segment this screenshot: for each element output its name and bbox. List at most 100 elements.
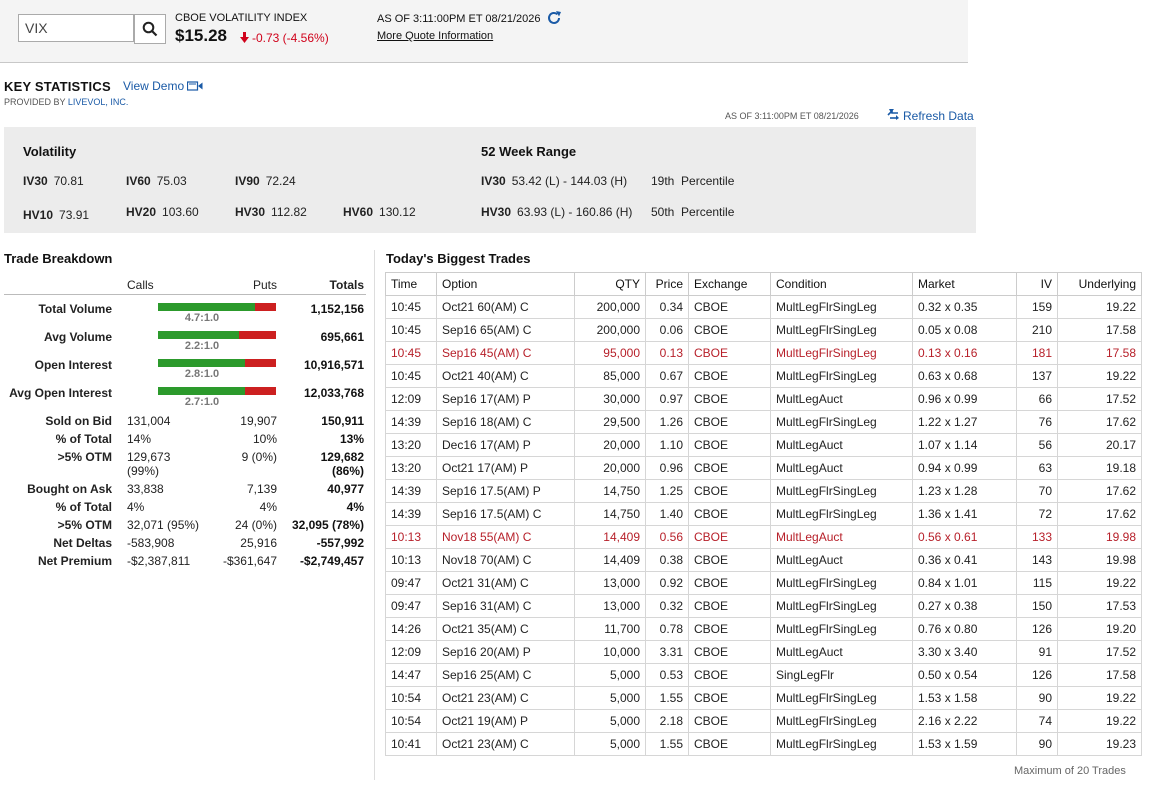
cell-exchange: CBOE — [688, 548, 771, 572]
table-row[interactable]: 09:47 Sep16 31(AM) C 13,000 0.32 CBOE MultLeg… — [385, 594, 1142, 618]
row-total: 4% — [346, 500, 364, 514]
cell-market: 0.13 x 0.16 — [912, 341, 1017, 365]
cell-qty: 13,000 — [574, 571, 646, 595]
cell-option: Sep16 20(AM) P — [436, 640, 575, 664]
calls-fill — [158, 331, 240, 339]
cell-price: 1.10 — [645, 433, 689, 457]
quote-as-of: AS OF 3:11:00PM ET 08/21/2026 — [377, 13, 541, 25]
cell-market: 0.27 x 0.38 — [912, 594, 1017, 618]
table-row[interactable]: 10:13 Nov18 70(AM) C 14,409 0.38 CBOE MultLeg… — [385, 548, 1142, 572]
table-row[interactable]: 14:39 Sep16 18(AM) C 29,500 1.26 CBOE MultLeg… — [385, 410, 1142, 434]
cell-market: 0.05 x 0.08 — [912, 318, 1017, 342]
quote-change-value: -0.73 (-4.56%) — [252, 31, 329, 45]
cell-price: 2.18 — [645, 709, 689, 733]
row-calls: -$2,387,811 — [127, 554, 191, 568]
table-row[interactable]: 12:09 Sep16 20(AM) P 10,000 3.31 CBOE MultLeg… — [385, 640, 1142, 664]
cell-condition: MultLegFlrSingLeg — [770, 502, 913, 526]
cell-time: 12:09 — [385, 640, 437, 664]
row-puts: 19,907 — [240, 414, 277, 428]
cell-qty: 30,000 — [574, 387, 646, 411]
more-quote-link[interactable]: More Quote Information — [377, 30, 493, 42]
cell-market: 0.56 x 0.61 — [912, 525, 1017, 549]
range52-hv30-value: 63.93 (L) - 160.86 (H) — [517, 205, 633, 219]
cell-market: 1.36 x 1.41 — [912, 502, 1017, 526]
quote-price: $15.28 — [175, 26, 227, 45]
cell-option: Oct21 23(AM) C — [436, 732, 575, 756]
cell-condition: MultLegFlrSingLeg — [770, 709, 913, 733]
col-header-iv[interactable]: IV — [1016, 272, 1058, 296]
table-row[interactable]: 14:39 Sep16 17.5(AM) P 14,750 1.25 CBOE MultL… — [385, 479, 1142, 503]
cell-time: 14:39 — [385, 502, 437, 526]
table-row[interactable]: 14:47 Sep16 25(AM) C 5,000 0.53 CBOE SingLegF… — [385, 663, 1142, 687]
cell-price: 0.97 — [645, 387, 689, 411]
cell-option: Sep16 65(AM) C — [436, 318, 575, 342]
cell-price: 1.40 — [645, 502, 689, 526]
col-header-option[interactable]: Option — [436, 272, 575, 296]
col-header-time[interactable]: Time — [385, 272, 437, 296]
col-header-price[interactable]: Price — [645, 272, 689, 296]
row-puts: -$361,647 — [222, 554, 277, 568]
table-row[interactable]: 12:09 Sep16 17(AM) P 30,000 0.97 CBOE MultLeg… — [385, 387, 1142, 411]
row-puts: 10% — [252, 432, 277, 446]
view-demo-link[interactable]: View Demo — [123, 79, 184, 93]
symbol-input[interactable] — [18, 14, 134, 42]
col-header-market[interactable]: Market — [912, 272, 1017, 296]
table-row[interactable]: 10:45 Sep16 65(AM) C 200,000 0.06 CBOE MultLe… — [385, 318, 1142, 342]
cell-condition: MultLegFlrSingLeg — [770, 571, 913, 595]
table-row[interactable]: 10:54 Oct21 19(AM) P 5,000 2.18 CBOE MultLegF… — [385, 709, 1142, 733]
table-row[interactable]: 10:41 Oct21 23(AM) C 5,000 1.55 CBOE MultLegF… — [385, 732, 1142, 756]
trades-body: 10:45 Oct21 60(AM) C 200,000 0.34 CBOE MultLe… — [385, 295, 1142, 756]
row-calls: 14% — [127, 432, 152, 446]
cell-time: 10:13 — [385, 548, 437, 572]
table-row[interactable]: 09:47 Oct21 31(AM) C 13,000 0.92 CBOE MultLeg… — [385, 571, 1142, 595]
table-row[interactable]: 14:39 Sep16 17.5(AM) C 14,750 1.40 CBOE MultL… — [385, 502, 1142, 526]
row-total: 150,911 — [321, 414, 364, 428]
table-row[interactable]: 10:54 Oct21 23(AM) C 5,000 1.55 CBOE MultLegF… — [385, 686, 1142, 710]
cell-option: Oct21 23(AM) C — [436, 686, 575, 710]
cell-underlying: 17.62 — [1057, 410, 1142, 434]
provider-link[interactable]: LIVEVOL, INC. — [68, 97, 129, 107]
col-header-condition[interactable]: Condition — [770, 272, 913, 296]
hv30-value: 112.82 — [271, 205, 307, 219]
provided-by: PROVIDED BY LIVEVOL, INC. — [4, 97, 128, 107]
col-header-underlying[interactable]: Underlying — [1057, 272, 1142, 296]
cell-market: 0.94 x 0.99 — [912, 456, 1017, 480]
cell-exchange: CBOE — [688, 295, 771, 319]
row-label: Sold on Bid — [45, 414, 112, 428]
range52-iv30-label: IV30 — [481, 174, 506, 188]
table-row[interactable]: 10:13 Nov18 55(AM) C 14,409 0.56 CBOE MultLeg… — [385, 525, 1142, 549]
quote-bar: CBOE VOLATILITY INDEX $15.28 -0.73 (-4.5… — [0, 0, 968, 63]
bar-label: Open Interest — [34, 358, 112, 372]
col-header-qty[interactable]: QTY — [574, 272, 646, 296]
search-button[interactable] — [134, 14, 166, 44]
table-row[interactable]: 10:45 Sep16 45(AM) C 95,000 0.13 CBOE MultLeg… — [385, 341, 1142, 365]
table-row[interactable]: 13:20 Oct21 17(AM) P 20,000 0.96 CBOE MultLeg… — [385, 456, 1142, 480]
cell-time: 10:54 — [385, 686, 437, 710]
table-row[interactable]: 10:45 Oct21 60(AM) C 200,000 0.34 CBOE MultLe… — [385, 295, 1142, 319]
quote-refresh-button[interactable] — [546, 10, 562, 31]
cell-underlying: 19.22 — [1057, 686, 1142, 710]
cell-option: Oct21 60(AM) C — [436, 295, 575, 319]
cell-condition: MultLegFlrSingLeg — [770, 617, 913, 641]
table-row[interactable]: 14:26 Oct21 35(AM) C 11,700 0.78 CBOE MultLeg… — [385, 617, 1142, 641]
table-row[interactable]: 10:45 Oct21 40(AM) C 85,000 0.67 CBOE MultLeg… — [385, 364, 1142, 388]
refresh-data-button[interactable]: Refresh Data — [886, 108, 974, 123]
bar-total: 12,033,768 — [303, 386, 364, 400]
quote-name: CBOE VOLATILITY INDEX — [175, 12, 308, 24]
puts-fill — [245, 359, 276, 367]
cell-underlying: 17.62 — [1057, 479, 1142, 503]
cell-exchange: CBOE — [688, 686, 771, 710]
cell-underlying: 19.98 — [1057, 548, 1142, 572]
cell-price: 0.06 — [645, 318, 689, 342]
hv60-label: HV60 — [343, 205, 374, 219]
cell-qty: 14,750 — [574, 502, 646, 526]
cell-exchange: CBOE — [688, 709, 771, 733]
video-icon[interactable] — [187, 81, 203, 91]
cell-option: Oct21 19(AM) P — [436, 709, 575, 733]
down-arrow-icon — [240, 32, 249, 43]
col-header-exchange[interactable]: Exchange — [688, 272, 771, 296]
row-label: % of Total — [55, 500, 112, 514]
cell-market: 0.32 x 0.35 — [912, 295, 1017, 319]
cell-iv: 137 — [1016, 364, 1058, 388]
table-row[interactable]: 13:20 Dec16 17(AM) P 20,000 1.10 CBOE MultLeg… — [385, 433, 1142, 457]
